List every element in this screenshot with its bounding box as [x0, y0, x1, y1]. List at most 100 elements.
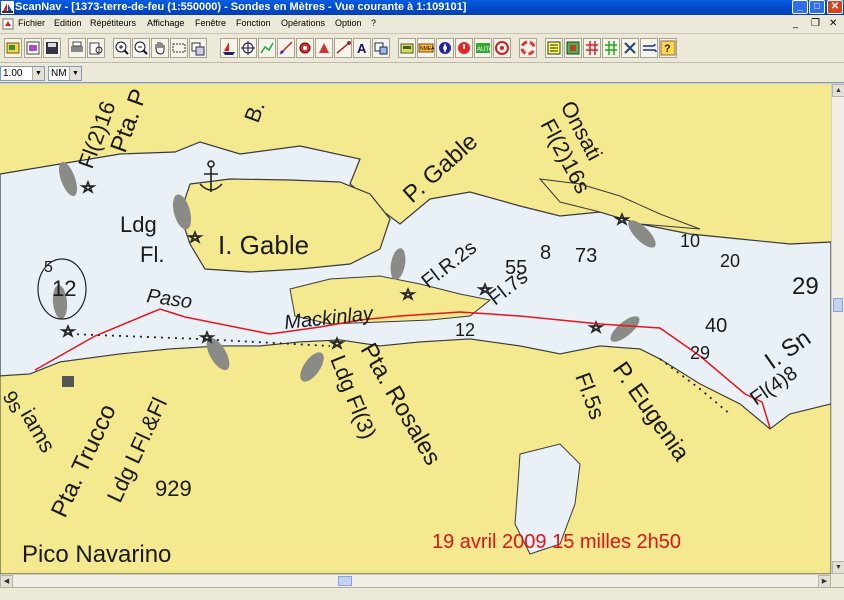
zoom-in-button[interactable] [113, 38, 131, 58]
currents-button[interactable] [564, 38, 582, 58]
pan-hand-button[interactable] [151, 38, 169, 58]
tower-symbol [62, 376, 74, 387]
save-icon [46, 42, 58, 54]
boat-icon [223, 42, 235, 55]
grid-alt-button[interactable] [602, 38, 620, 58]
menu-affichage[interactable]: Affichage [147, 18, 184, 28]
svg-text:A: A [357, 41, 367, 56]
help-button[interactable]: ? [659, 38, 677, 58]
horizontal-scrollbar[interactable]: ◀ ▶ [0, 574, 831, 588]
text-tool-button[interactable]: A [353, 38, 371, 58]
gps-button[interactable] [398, 38, 416, 58]
scroll-up-arrow-icon[interactable]: ▲ [832, 84, 844, 97]
grid-button[interactable] [583, 38, 601, 58]
compass-button[interactable] [436, 38, 454, 58]
menu-edition[interactable]: Edition [54, 18, 82, 28]
lifebuoy-button[interactable] [519, 38, 537, 58]
maximize-button[interactable]: □ [809, 0, 825, 14]
waypoint-icon [299, 42, 311, 54]
unit-select[interactable]: NM ▼ [48, 66, 82, 81]
svg-text:NMEA: NMEA [420, 46, 434, 52]
nmea-button[interactable]: NMEA [417, 38, 435, 58]
menu-bar: Fichier Edition Répétiteurs Affichage Fe… [0, 15, 844, 34]
mdi-close-button[interactable]: ✕ [829, 18, 837, 29]
unit-select-value: NM [51, 68, 67, 79]
label-i-gable: I. Gable [218, 230, 309, 260]
svg-text:?: ? [664, 43, 671, 55]
mark-icon [319, 43, 329, 53]
copy-view-icon [191, 42, 205, 56]
scroll-down-arrow-icon[interactable]: ▼ [832, 561, 844, 574]
menu-fenetre[interactable]: Fenêtre [195, 18, 226, 28]
wind-button[interactable] [640, 38, 658, 58]
menu-option[interactable]: Option [335, 18, 362, 28]
mark-button[interactable] [315, 38, 333, 58]
options-row: 1.00 ▼ NM ▼ [0, 63, 844, 83]
label-depth-8: 8 [540, 242, 551, 264]
zoom-out-icon [134, 41, 148, 55]
horizontal-scroll-thumb[interactable] [338, 576, 352, 586]
zoom-out-button[interactable] [132, 38, 150, 58]
label-929: 929 [155, 476, 192, 501]
gps-icon [400, 43, 414, 54]
scale-select[interactable]: 1.00 ▼ [0, 66, 45, 81]
vertical-scrollbar[interactable]: ▲ ▼ [831, 84, 844, 574]
lifebuoy-icon [520, 40, 536, 56]
chevron-down-icon[interactable]: ▼ [32, 67, 44, 80]
save-button[interactable] [43, 38, 61, 58]
chart-view[interactable]: Fl(2)16 Pta. P B. P. Gable Onsati Fl(2)1… [0, 84, 831, 574]
menu-operations[interactable]: Opérations [281, 18, 325, 28]
chart-list-icon [26, 41, 40, 55]
vertical-scroll-thumb[interactable] [833, 298, 843, 312]
menu-fonction[interactable]: Fonction [236, 18, 271, 28]
minimize-button[interactable]: _ [792, 0, 808, 14]
print-icon [71, 41, 83, 52]
shapes-icon [374, 42, 388, 55]
alarm-button[interactable] [455, 38, 473, 58]
menu-fichier[interactable]: Fichier [18, 18, 45, 28]
distance-button[interactable] [334, 38, 352, 58]
boat-button[interactable] [220, 38, 238, 58]
label-depth-73: 73 [575, 245, 597, 267]
target-icon [495, 41, 509, 55]
menu-repetiteurs[interactable]: Répétiteurs [90, 18, 136, 28]
window-title: ScanNav - [1373-terre-de-feu (1:550000) … [15, 1, 467, 13]
close-button[interactable]: ✕ [827, 0, 843, 14]
document-icon[interactable] [2, 18, 14, 30]
center-boat-button[interactable] [239, 38, 257, 58]
nmea-icon: NMEA [418, 43, 434, 53]
menu-help[interactable]: ? [371, 18, 376, 28]
label-ldg: Ldg [120, 212, 157, 237]
help-icon: ? [660, 40, 676, 56]
print-button[interactable] [68, 38, 86, 58]
auto-button[interactable]: AUTO [474, 38, 492, 58]
chart-list-button[interactable] [24, 38, 42, 58]
target-button[interactable] [493, 38, 511, 58]
scroll-corner [831, 574, 844, 587]
label-depth-29b: 29 [690, 343, 710, 363]
open-chart-button[interactable] [4, 38, 22, 58]
shapes-button[interactable] [372, 38, 390, 58]
log-annotation: 19 avril 2009 15 milles 2h50 [432, 531, 681, 553]
mdi-minimize-button[interactable]: _ [793, 18, 798, 29]
grid-icon [586, 41, 598, 55]
tools-button[interactable] [621, 38, 639, 58]
crosshair-icon [241, 41, 255, 55]
copy-view-button[interactable] [189, 38, 207, 58]
label-depth-20: 20 [720, 251, 740, 271]
tide-table-button[interactable] [545, 38, 563, 58]
scannav-app-icon[interactable] [1, 1, 14, 14]
text-icon: A [357, 41, 367, 56]
route-button[interactable] [277, 38, 295, 58]
track-button[interactable] [258, 38, 276, 58]
mdi-restore-button[interactable]: ❐ [811, 18, 820, 29]
hand-icon [155, 42, 165, 55]
nautical-chart[interactable]: Fl(2)16 Pta. P B. P. Gable Onsati Fl(2)1… [0, 84, 831, 574]
rectangle-select-icon [172, 43, 186, 53]
track-icon [260, 42, 274, 54]
print-preview-button[interactable] [87, 38, 105, 58]
route-icon [279, 41, 293, 55]
select-rect-button[interactable] [170, 38, 188, 58]
chevron-down-icon[interactable]: ▼ [69, 67, 81, 80]
waypoint-button[interactable] [296, 38, 314, 58]
